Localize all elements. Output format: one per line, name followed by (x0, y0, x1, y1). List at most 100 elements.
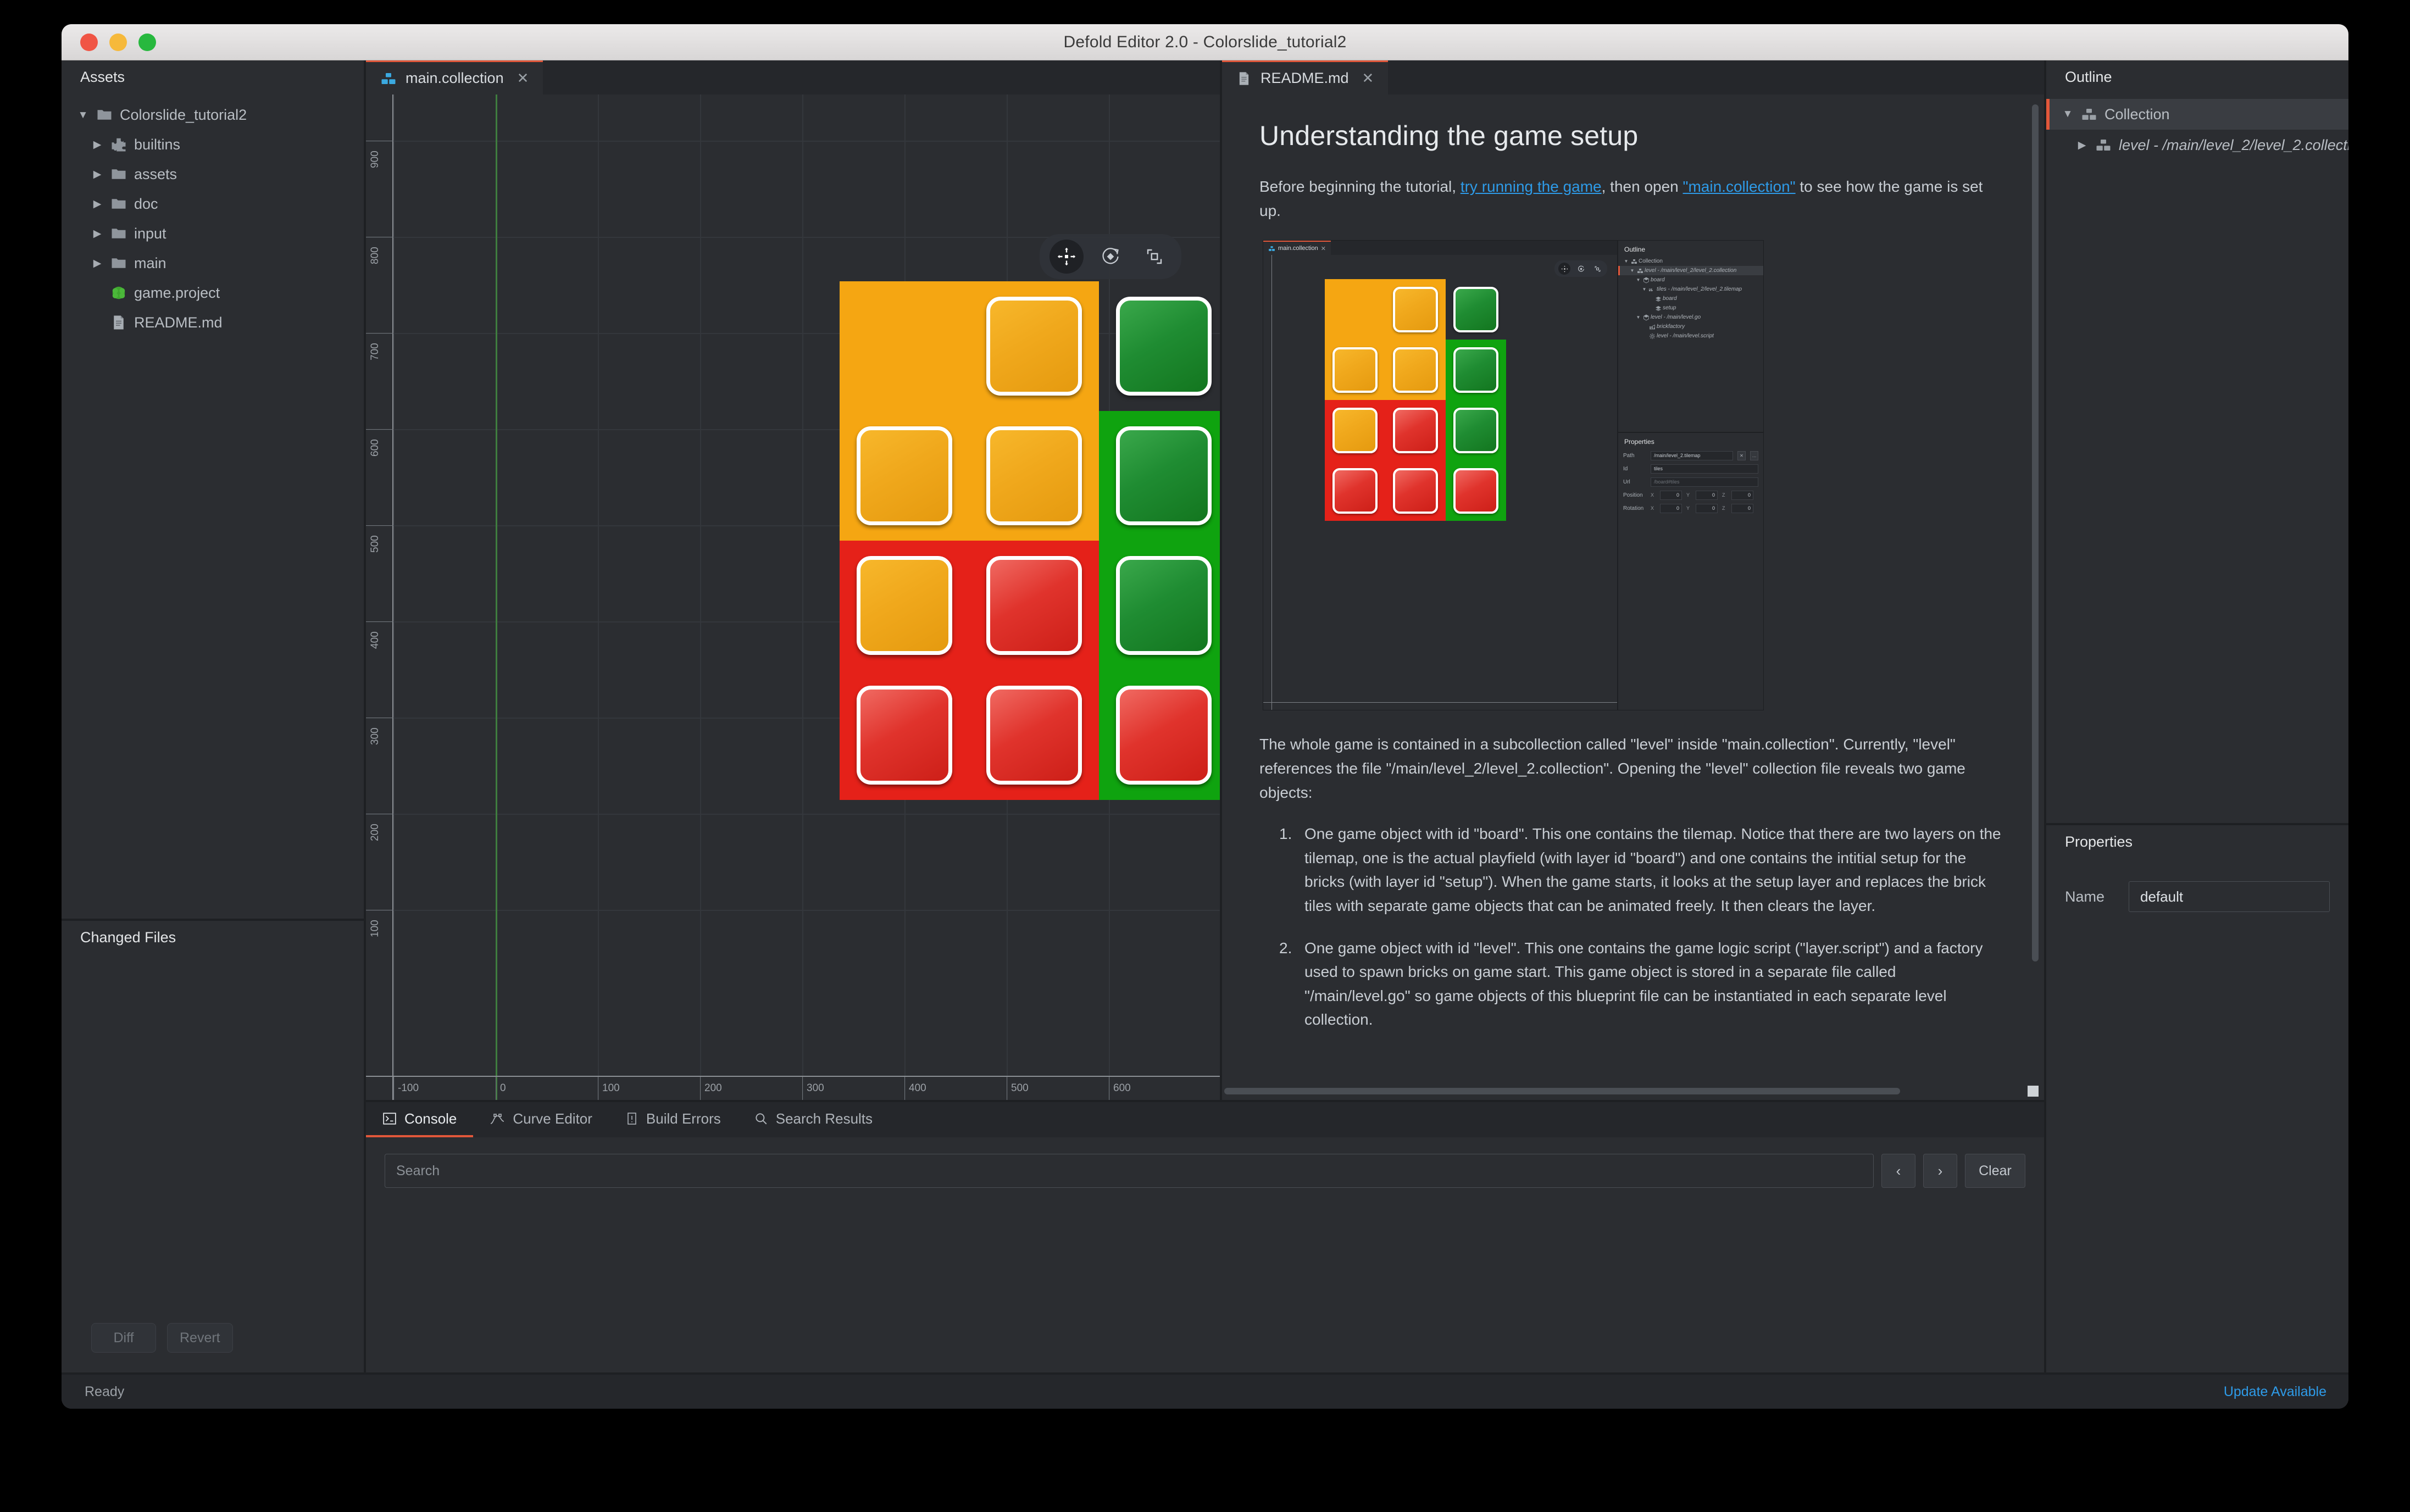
close-icon[interactable]: ✕ (517, 70, 529, 87)
revert-button[interactable]: Revert (167, 1323, 233, 1353)
scrollbar-thumb[interactable] (2032, 104, 2039, 961)
brick-orange[interactable] (857, 556, 953, 654)
brick-orange[interactable] (1393, 347, 1437, 393)
chevron-right-icon[interactable]: ▶ (88, 199, 107, 209)
chevron-down-icon[interactable]: ▼ (74, 110, 92, 120)
markdown-horizontal-scrollbar[interactable] (1224, 1088, 2011, 1094)
board-cell[interactable] (969, 541, 1099, 670)
brick-orange[interactable] (1332, 347, 1377, 393)
board-cell[interactable] (1099, 670, 1220, 800)
search-prev-button[interactable]: ‹ (1881, 1154, 1915, 1188)
search-next-button[interactable]: › (1923, 1154, 1957, 1188)
right-sidebar: Outline ▼Collection▶level - /main/level_… (2044, 60, 2348, 1372)
assets-tree[interactable]: ▼Colorslide_tutorial2▶builtins▶assets▶do… (62, 93, 364, 919)
grid-line-vertical (598, 94, 599, 1100)
name-field[interactable]: default (2129, 881, 2330, 912)
move-tool[interactable] (1049, 240, 1084, 274)
board-cell[interactable] (1446, 460, 1506, 521)
assets-tree-row[interactable]: ▼Colorslide_tutorial2 (62, 100, 364, 130)
update-available-link[interactable]: Update Available (2224, 1384, 2326, 1400)
diff-button[interactable]: Diff (91, 1323, 156, 1353)
brick-red[interactable] (1393, 408, 1437, 454)
board-cell[interactable] (1446, 340, 1506, 400)
board-cell[interactable] (1385, 460, 1446, 521)
brick-red[interactable] (857, 686, 953, 784)
brick-orange[interactable] (986, 426, 1082, 525)
scene-viewport[interactable]: 900800700600500400300200100 -10001002003… (366, 94, 1220, 1100)
assets-tree-row[interactable]: ▶doc (62, 189, 364, 219)
outline-row[interactable]: ▼Collection (2046, 99, 2348, 130)
rotate-tool[interactable] (1093, 240, 1128, 274)
chevron-down-icon[interactable]: ▼ (2058, 108, 2077, 120)
brick-green[interactable] (1453, 408, 1498, 454)
chevron-right-icon[interactable]: ▶ (2073, 139, 2091, 152)
chevron-right-icon[interactable]: ▶ (88, 229, 107, 239)
tab-build-errors[interactable]: Build Errors (609, 1102, 737, 1137)
board-cell[interactable] (840, 281, 969, 411)
assets-tree-row[interactable]: README.md (62, 308, 364, 337)
brick-green[interactable] (1116, 297, 1212, 395)
assets-tree-row[interactable]: game.project (62, 278, 364, 308)
brick-red[interactable] (1393, 468, 1437, 514)
clear-console-button[interactable]: Clear (1965, 1154, 2025, 1188)
board-cell[interactable] (1099, 411, 1220, 541)
scrollbar-thumb-horizontal[interactable] (1224, 1088, 1900, 1094)
brick-orange[interactable] (1393, 287, 1437, 333)
outline-row[interactable]: ▶level - /main/level_2/level_2.collectio… (2046, 130, 2348, 160)
assets-tree-row[interactable]: ▶builtins (62, 130, 364, 159)
board-cell[interactable] (1385, 400, 1446, 460)
brick-red[interactable] (1332, 468, 1377, 514)
brick-red[interactable] (986, 556, 1082, 654)
brick-green[interactable] (1116, 556, 1212, 654)
link-try-running-the-game[interactable]: try running the game (1461, 178, 1602, 195)
markdown-vertical-scrollbar[interactable] (2032, 104, 2039, 1068)
brick-red[interactable] (1116, 686, 1212, 784)
board-cell[interactable] (1325, 400, 1385, 460)
tab-main-collection[interactable]: main.collection ✕ (366, 60, 543, 94)
resize-corner[interactable] (2028, 1086, 2039, 1097)
brick-orange[interactable] (1332, 408, 1377, 454)
board-cell[interactable] (1446, 400, 1506, 460)
link-main-collection[interactable]: "main.collection" (1683, 178, 1796, 195)
changed-files-list[interactable] (62, 954, 364, 1323)
outline-tree[interactable]: ▼Collection▶level - /main/level_2/level_… (2046, 93, 2348, 823)
board-cell[interactable] (1446, 279, 1506, 340)
tab-readme-md[interactable]: README.md ✕ (1222, 60, 1388, 94)
assets-tree-row[interactable]: ▶assets (62, 159, 364, 189)
board-cell[interactable] (1385, 340, 1446, 400)
board-cell[interactable] (840, 541, 969, 670)
scale-tool[interactable] (1137, 240, 1171, 274)
board-cell[interactable] (1099, 541, 1220, 670)
close-icon[interactable]: ✕ (1362, 70, 1374, 87)
embedded-scene-canvas (1263, 255, 1617, 710)
board-cell[interactable] (1325, 340, 1385, 400)
board-cell[interactable] (840, 411, 969, 541)
tab-curve-editor[interactable]: Curve Editor (473, 1102, 609, 1137)
board-cell[interactable] (969, 411, 1099, 541)
chevron-right-icon[interactable]: ▶ (88, 140, 107, 150)
brick-orange[interactable] (857, 426, 953, 525)
brick-red[interactable] (986, 686, 1082, 784)
markdown-content[interactable]: Understanding the game setup Before begi… (1222, 94, 2044, 1100)
game-board[interactable] (840, 281, 1220, 800)
chevron-right-icon[interactable]: ▶ (88, 258, 107, 269)
assets-tree-row[interactable]: ▶main (62, 248, 364, 278)
board-cell[interactable] (969, 670, 1099, 800)
board-cell[interactable] (1325, 460, 1385, 521)
brick-green[interactable] (1453, 347, 1498, 393)
search-input[interactable]: Search (385, 1154, 1874, 1188)
board-cell[interactable] (969, 281, 1099, 411)
tab-search-results[interactable]: Search Results (737, 1102, 889, 1137)
board-cell[interactable] (840, 670, 969, 800)
brick-green[interactable] (1453, 287, 1498, 333)
board-cell[interactable] (1099, 281, 1220, 411)
chevron-right-icon[interactable]: ▶ (88, 169, 107, 180)
board-cell[interactable] (1385, 279, 1446, 340)
curve-icon (490, 1111, 505, 1126)
brick-green[interactable] (1116, 426, 1212, 525)
tab-console[interactable]: Console (366, 1102, 473, 1137)
brick-red[interactable] (1453, 468, 1498, 514)
assets-tree-row[interactable]: ▶input (62, 219, 364, 248)
brick-orange[interactable] (986, 297, 1082, 395)
board-cell[interactable] (1325, 279, 1385, 340)
